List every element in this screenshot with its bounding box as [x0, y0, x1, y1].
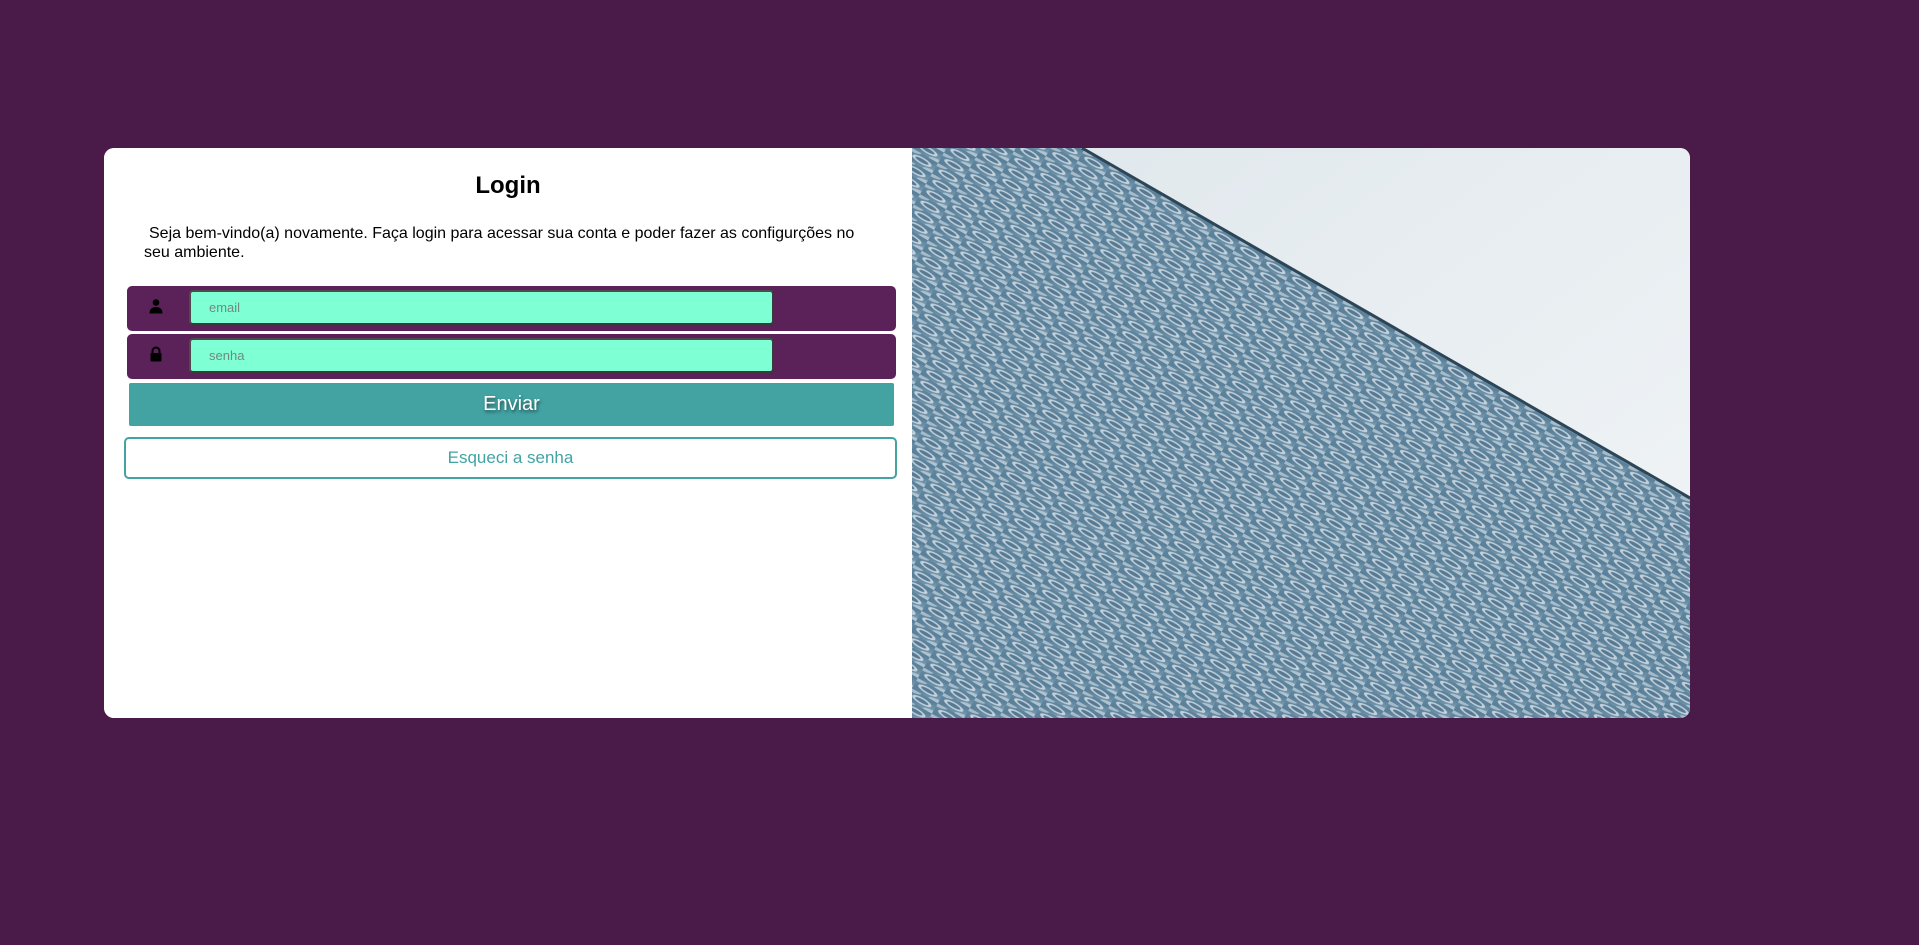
login-panel: Login Seja bem-vindo(a) novamente. Faça …	[104, 148, 912, 718]
lock-icon	[150, 346, 162, 362]
page-title: Login	[475, 172, 541, 199]
password-input[interactable]	[189, 338, 774, 373]
forgot-password-button[interactable]: Esqueci a senha	[124, 437, 897, 479]
building-facade-image	[912, 148, 1690, 718]
email-row	[127, 286, 896, 331]
email-input[interactable]	[189, 290, 774, 325]
login-card: Login Seja bem-vindo(a) novamente. Faça …	[104, 148, 1690, 718]
password-row	[127, 334, 896, 379]
submit-button[interactable]: Enviar	[129, 383, 894, 426]
welcome-text: Seja bem-vindo(a) novamente. Faça login …	[144, 225, 855, 261]
user-icon	[149, 299, 163, 314]
